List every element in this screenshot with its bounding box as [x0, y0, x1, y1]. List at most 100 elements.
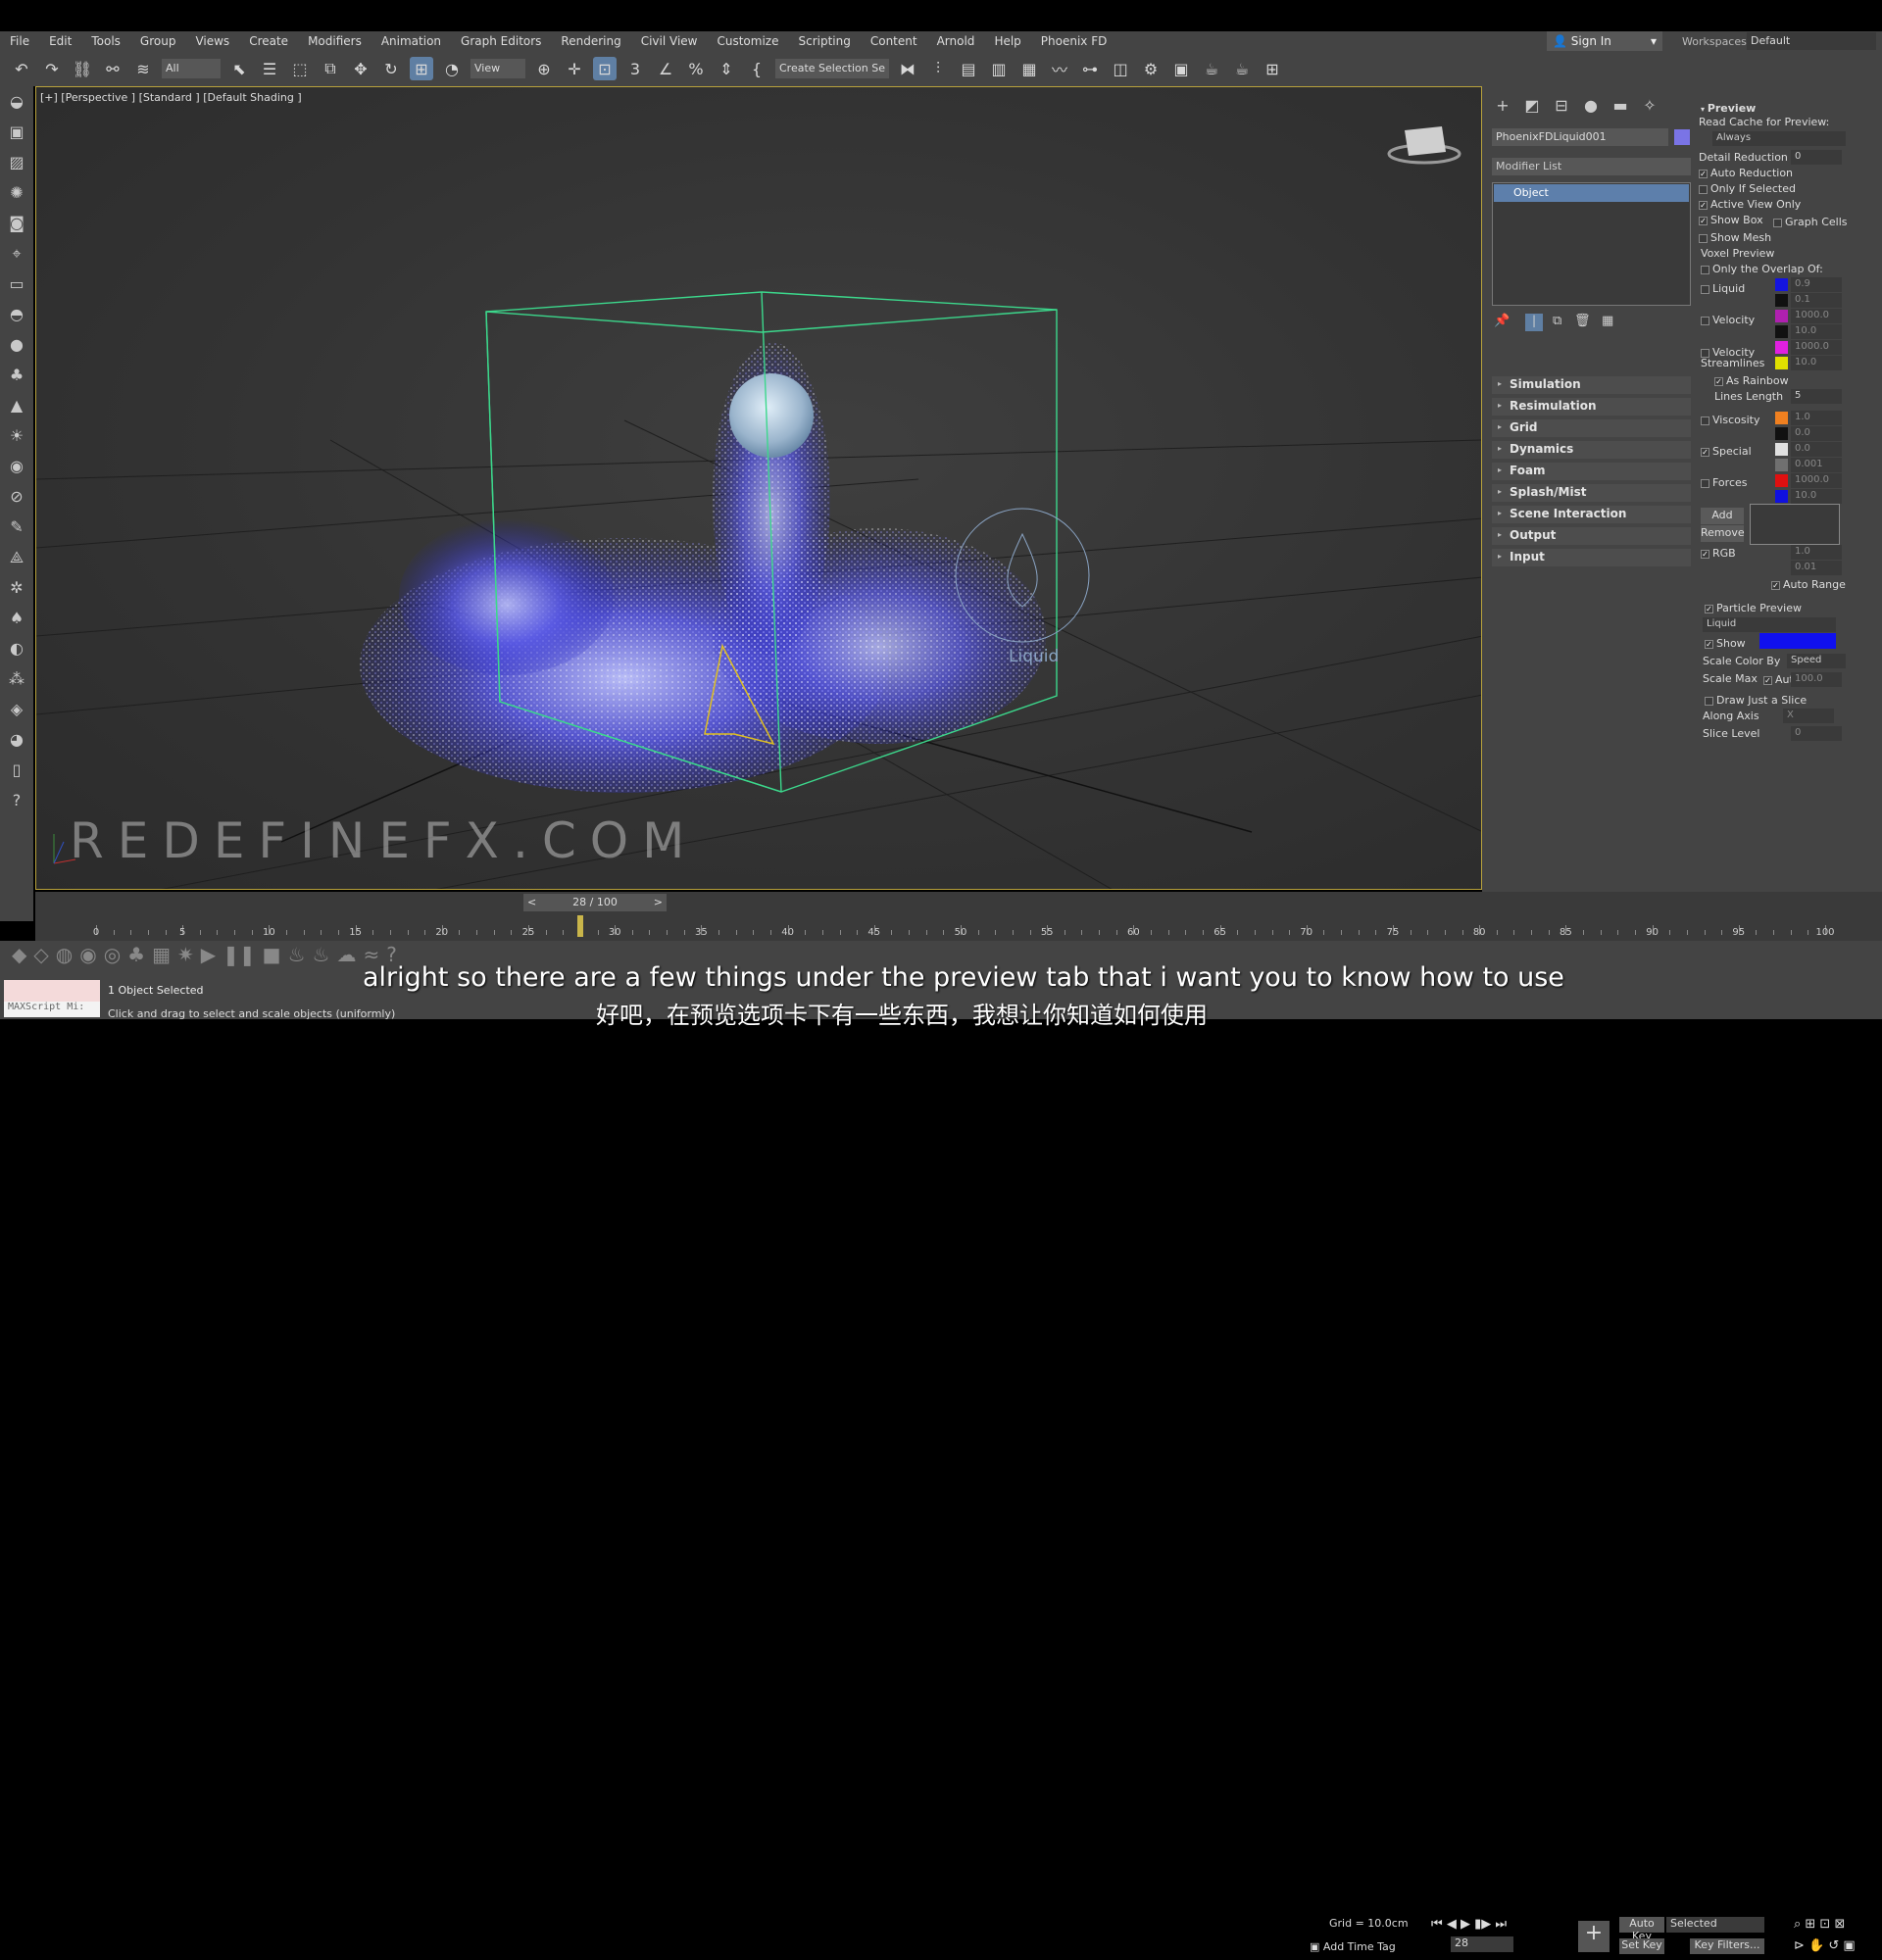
orbit-icon[interactable]: ◎ [104, 943, 121, 966]
track-bar[interactable]: 0 5 10 15 20 25 30 35 40 45 50 55 60 65 70 75 80 85 90 95 10… [35, 913, 1882, 941]
modify-tab-icon[interactable]: ◩ [1521, 96, 1543, 116]
forces-low-spinner[interactable]: 10.0 [1791, 489, 1842, 504]
settings-icon[interactable]: ▯ [0, 755, 33, 785]
reference-coord-dropdown[interactable]: View [470, 59, 525, 78]
display-tab-icon[interactable]: ▬ [1610, 96, 1631, 116]
ocean-icon[interactable]: ◕ [0, 724, 33, 755]
configure-modifier-icon[interactable]: ▦ [1602, 314, 1613, 328]
smoke-icon[interactable]: ☁ [336, 943, 356, 966]
orbit-pan-icons[interactable]: ⊳ ✋ ↺ ▣ [1794, 1938, 1856, 1953]
liquid-low-color-swatch[interactable] [1775, 294, 1788, 307]
special-checkbox[interactable]: ✓ Special [1701, 445, 1752, 458]
velocity-high-spinner[interactable]: 1000.0 [1791, 309, 1842, 323]
rgb-low-spinner[interactable]: 0.01 [1791, 561, 1842, 575]
undo-icon[interactable]: ↶ [10, 57, 33, 80]
render-in-cloud-icon[interactable]: ⊞ [1261, 57, 1284, 80]
keyboard-shortcut-override-icon[interactable]: ⊡ [593, 57, 617, 80]
layers-icon[interactable]: ▦ [152, 943, 171, 966]
bind-spacewarp-icon[interactable]: ≋ [131, 57, 155, 80]
box-icon[interactable]: ▭ [0, 269, 33, 299]
sun-icon[interactable]: ☀ [0, 420, 33, 451]
hierarchy-tab-icon[interactable]: ⊟ [1551, 96, 1572, 116]
detail-reduction-spinner[interactable]: 0 [1791, 150, 1842, 165]
velocity-streamlines-low-color-swatch[interactable] [1775, 357, 1788, 369]
as-rainbow-checkbox[interactable]: ✓ As Rainbow [1714, 374, 1789, 387]
gear-icon[interactable]: ✲ [0, 572, 33, 603]
pause-icon[interactable]: ❚❚ [223, 943, 256, 966]
remove-modifier-icon[interactable]: 🗑 [1574, 314, 1591, 328]
rendered-frame-icon[interactable]: ▣ [1169, 57, 1193, 80]
maxscript-listener[interactable]: MAXScript Mi: [4, 980, 100, 1017]
remove-channel-button[interactable]: Remove [1701, 525, 1745, 542]
special-high-spinner[interactable]: 0.0 [1791, 442, 1842, 457]
rollout-resimulation[interactable]: ▸ Resimulation [1492, 398, 1691, 416]
velocity-streamlines-checkbox[interactable]: Velocity Streamlines [1701, 347, 1769, 368]
perspective-viewport[interactable]: [+] [Perspective ] [Standard ] [Default … [35, 86, 1482, 890]
align-icon[interactable]: ⫶ [926, 57, 950, 80]
auto-range-checkbox[interactable]: ✓ Auto Range [1771, 578, 1846, 591]
snaps-toggle-icon[interactable]: 3 [623, 57, 647, 80]
utilities-tab-icon[interactable]: ✧ [1639, 96, 1660, 116]
rollout-scene-interaction[interactable]: ▸ Scene Interaction [1492, 506, 1691, 523]
velocity-low-color-swatch[interactable] [1775, 325, 1788, 338]
brush-icon[interactable]: ✎ [0, 512, 33, 542]
cube-icon[interactable]: ◆ [12, 943, 26, 966]
draw-slice-checkbox[interactable]: Draw Just a Slice [1705, 694, 1807, 707]
helper-icon[interactable]: ⌖ [0, 238, 33, 269]
material-editor-icon[interactable]: ◫ [1109, 57, 1132, 80]
velocity-streamlines-color-swatch[interactable] [1775, 341, 1788, 354]
grass-icon[interactable]: ♣ [0, 360, 33, 390]
active-view-only-checkbox[interactable]: ✓ Active View Only [1699, 198, 1801, 211]
read-cache-dropdown[interactable]: Always [1712, 131, 1846, 146]
particles-icon[interactable]: ⁂ [0, 663, 33, 694]
layer-explorer-icon[interactable]: ▥ [987, 57, 1011, 80]
curve-editor-icon[interactable]: 〰 [1048, 57, 1071, 80]
playback-controls[interactable]: ⏮ ◀ ▶ ▮▶ ⏭ [1431, 1917, 1507, 1932]
scale-icon[interactable]: ⊞ [410, 57, 433, 80]
scene-explorer-icon[interactable]: ▤ [957, 57, 980, 80]
play-icon[interactable]: ▶ [201, 943, 216, 966]
sphere-icon[interactable]: ● [0, 329, 33, 360]
velocity-low-spinner[interactable]: 10.0 [1791, 324, 1842, 339]
liquid-channel-checkbox[interactable]: Liquid [1701, 282, 1745, 295]
show-box-checkbox[interactable]: ✓ Show Box [1699, 214, 1763, 226]
velocity-checkbox[interactable]: Velocity [1701, 314, 1755, 326]
particle-preview-dropdown[interactable]: Liquid [1703, 617, 1836, 632]
only-if-selected-checkbox[interactable]: Only If Selected [1699, 182, 1796, 195]
link-icon[interactable]: ⛓ [71, 57, 94, 80]
cone-icon[interactable]: ▲ [0, 390, 33, 420]
velocity-streamlines-low-spinner[interactable]: 10.0 [1791, 356, 1842, 370]
render-iterative-icon[interactable]: ☕ [1230, 57, 1254, 80]
grid-icon[interactable]: ⊘ [0, 481, 33, 512]
prev-frame-icon[interactable]: < [527, 896, 536, 908]
cube-outline-icon[interactable]: ◇ [33, 943, 48, 966]
rollout-splash-mist[interactable]: ▸ Splash/Mist [1492, 484, 1691, 502]
rotate-icon[interactable]: ↻ [379, 57, 403, 80]
edit-named-sets-icon[interactable]: { [745, 57, 768, 80]
viewcube[interactable] [1387, 126, 1461, 165]
redo-icon[interactable]: ↷ [40, 57, 64, 80]
slice-level-spinner[interactable]: 0 [1791, 726, 1842, 741]
channel-list[interactable] [1750, 504, 1840, 545]
current-frame-field[interactable]: 28 [1451, 1936, 1513, 1952]
pivot-center-icon[interactable]: ⊕ [532, 57, 556, 80]
unlink-icon[interactable]: ⚯ [101, 57, 124, 80]
viscosity-low-color-swatch[interactable] [1775, 427, 1788, 440]
tree-icon[interactable]: ♠ [0, 603, 33, 633]
key-filters-button[interactable]: Key Filters... [1690, 1938, 1764, 1954]
motion-tab-icon[interactable]: ● [1580, 96, 1602, 116]
object-color-swatch[interactable] [1674, 129, 1690, 145]
auto-reduction-checkbox[interactable]: ✓ Auto Reduction [1699, 167, 1793, 179]
mirror-icon[interactable]: ⧓ [896, 57, 919, 80]
workspace-dropdown[interactable]: Default [1747, 32, 1876, 50]
image-icon[interactable]: ▨ [0, 147, 33, 177]
viscosity-color-swatch[interactable] [1775, 412, 1788, 424]
show-end-result-icon[interactable]: | [1525, 314, 1543, 331]
key-selection-dropdown[interactable]: Selected [1666, 1917, 1764, 1933]
special-low-spinner[interactable]: 0.001 [1791, 458, 1842, 472]
sign-in-button[interactable]: 👤 Sign In ▾ [1547, 31, 1662, 51]
star-icon[interactable]: ✷ [177, 943, 194, 966]
stack-item-object[interactable]: Object [1494, 184, 1689, 202]
fire-icon[interactable]: ♨ [288, 943, 306, 966]
select-by-name-icon[interactable]: ☰ [258, 57, 281, 80]
